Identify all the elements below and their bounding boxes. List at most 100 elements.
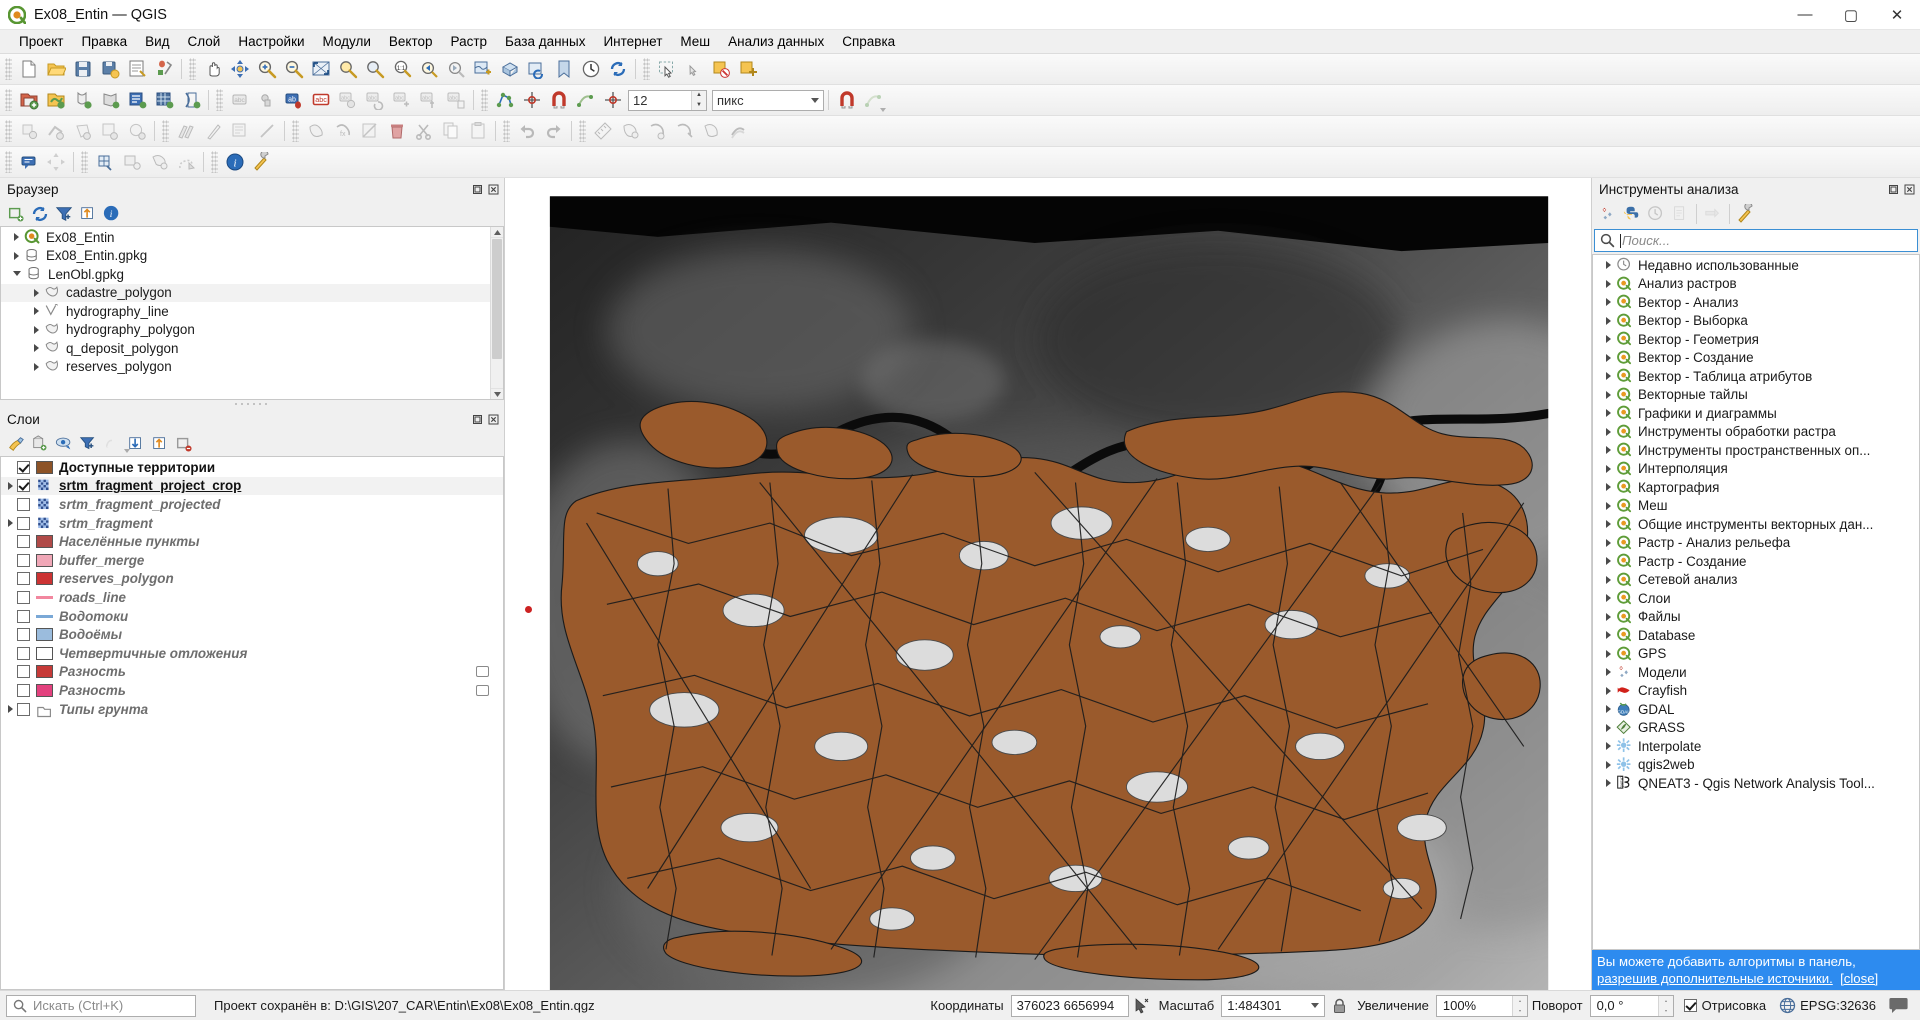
menu-item-13[interactable]: Справка bbox=[833, 32, 904, 51]
menu-item-12[interactable]: Анализ данных bbox=[719, 32, 833, 51]
menu-item-9[interactable]: База данных bbox=[496, 32, 594, 51]
toggle-extents-icon[interactable] bbox=[1129, 997, 1155, 1014]
layer-visibility-checkbox[interactable] bbox=[17, 497, 30, 511]
processing-tree-item[interactable]: Графики и диаграммы bbox=[1593, 404, 1919, 423]
scale-combo[interactable]: 1:484301 bbox=[1221, 994, 1326, 1017]
layer-row[interactable]: Водоёмы bbox=[1, 625, 503, 644]
refresh-icon[interactable] bbox=[604, 56, 631, 83]
chevron-right-icon[interactable] bbox=[34, 307, 39, 316]
processing-tree-item[interactable]: qgis2web bbox=[1593, 756, 1919, 775]
layer-row[interactable]: Доступные территории bbox=[1, 458, 503, 477]
layer-row[interactable]: reserves_polygon bbox=[1, 570, 503, 589]
layer-visibility-checkbox[interactable] bbox=[17, 553, 30, 567]
show-map-tips-icon[interactable] bbox=[15, 149, 42, 176]
chevron-right-icon[interactable] bbox=[1606, 427, 1611, 436]
processing-tree-item[interactable]: Модели bbox=[1593, 663, 1919, 682]
processing-tree-item[interactable]: Вектор - Создание bbox=[1593, 349, 1919, 368]
processing-tree-item[interactable]: Недавно использованные bbox=[1593, 256, 1919, 275]
chevron-down-icon[interactable] bbox=[13, 271, 21, 280]
chevron-right-icon[interactable] bbox=[1606, 557, 1611, 566]
rotation-spinbox[interactable]: 0,0 ° bbox=[1589, 994, 1674, 1017]
merge-attributes-icon[interactable]: fx bbox=[329, 118, 356, 145]
menu-item-7[interactable]: Вектор bbox=[380, 32, 442, 51]
processing-tree-item[interactable]: Общие инструменты векторных дан... bbox=[1593, 515, 1919, 534]
chevron-right-icon[interactable] bbox=[1606, 612, 1611, 621]
processing-tree-item[interactable]: Файлы bbox=[1593, 608, 1919, 627]
toolbar-grip[interactable] bbox=[643, 58, 650, 80]
toolbar-grip[interactable] bbox=[162, 120, 169, 142]
chevron-right-icon[interactable] bbox=[1606, 631, 1611, 640]
layer-row[interactable]: srtm_fragment_project_crop bbox=[1, 476, 503, 496]
layer-visibility-checkbox[interactable] bbox=[17, 609, 30, 623]
layers-close-icon[interactable] bbox=[487, 413, 500, 426]
digitize-curve-icon[interactable] bbox=[253, 118, 280, 145]
processing-tree-item[interactable]: Слои bbox=[1593, 589, 1919, 608]
layer-row[interactable]: Водотоки bbox=[1, 607, 503, 626]
filter-legend-icon[interactable] bbox=[76, 433, 100, 455]
new-project-icon[interactable] bbox=[15, 56, 42, 83]
delete-selected-icon[interactable] bbox=[383, 118, 410, 145]
processing-tree-item[interactable]: Interpolate bbox=[1593, 737, 1919, 756]
rotate-label-icon[interactable]: abc bbox=[361, 87, 388, 114]
layer-row[interactable]: srtm_fragment bbox=[1, 514, 503, 533]
chevron-right-icon[interactable] bbox=[1606, 705, 1611, 714]
zoom-to-selection-icon[interactable] bbox=[334, 56, 361, 83]
stepper-up-icon[interactable]: ▲ bbox=[692, 91, 706, 101]
toolbar-grip[interactable] bbox=[211, 151, 218, 173]
chevron-right-icon[interactable] bbox=[1606, 261, 1611, 270]
select-features-icon[interactable] bbox=[653, 56, 680, 83]
toolbar-grip[interactable] bbox=[503, 120, 510, 142]
browser-float-icon[interactable] bbox=[471, 183, 484, 196]
processing-tree-item[interactable]: Растр - Создание bbox=[1593, 552, 1919, 571]
zoom-next-icon[interactable] bbox=[442, 56, 469, 83]
processing-tree-item[interactable]: Вектор - Геометрия bbox=[1593, 330, 1919, 349]
statusbar-search-input[interactable]: Искать (Ctrl+K) bbox=[6, 994, 196, 1017]
layer-edit-badge-icon[interactable] bbox=[476, 666, 489, 678]
select-by-expression-icon[interactable] bbox=[734, 56, 761, 83]
chevron-right-icon[interactable] bbox=[14, 233, 19, 242]
zoom-in-icon[interactable] bbox=[253, 56, 280, 83]
processing-tree-item[interactable]: Crayfish bbox=[1593, 682, 1919, 701]
pan-to-selection-icon[interactable] bbox=[226, 56, 253, 83]
layer-visibility-checkbox[interactable] bbox=[17, 665, 30, 679]
layer-visibility-checkbox[interactable] bbox=[17, 535, 30, 549]
new-map-view-icon[interactable] bbox=[469, 56, 496, 83]
label-icon[interactable]: ab bbox=[280, 87, 307, 114]
processing-tree-item[interactable]: Векторные тайлы bbox=[1593, 386, 1919, 405]
layer-row[interactable]: Разность bbox=[1, 681, 503, 700]
chevron-right-icon[interactable] bbox=[1606, 686, 1611, 695]
zoom-full-icon[interactable] bbox=[307, 56, 334, 83]
label-hidden-icon[interactable]: abc bbox=[226, 87, 253, 114]
layer-visibility-checkbox[interactable] bbox=[17, 683, 30, 697]
properties-icon[interactable]: i bbox=[100, 203, 124, 225]
browser-tree-item[interactable]: LenObl.gpkg bbox=[1, 265, 503, 284]
history-icon[interactable] bbox=[1644, 203, 1668, 225]
menu-item-2[interactable]: Правка bbox=[72, 32, 136, 51]
manage-map-themes-icon[interactable] bbox=[52, 433, 76, 455]
identify-features-icon[interactable]: i bbox=[221, 149, 248, 176]
collapse-all-icon[interactable] bbox=[76, 203, 100, 225]
toolbar-grip[interactable] bbox=[81, 151, 88, 173]
vertex-tool-icon[interactable] bbox=[491, 87, 518, 114]
menu-item-8[interactable]: Растр bbox=[442, 32, 497, 51]
lock-icon[interactable] bbox=[1325, 998, 1353, 1014]
processing-tree-item[interactable]: GRASS bbox=[1593, 719, 1919, 738]
new-print-layout-icon[interactable] bbox=[123, 56, 150, 83]
form-annotation-icon[interactable] bbox=[172, 149, 199, 176]
show-pinned-labels-icon[interactable] bbox=[253, 87, 280, 114]
render-checkbox[interactable]: Отрисовка bbox=[1683, 998, 1766, 1013]
select-by-value-icon[interactable] bbox=[707, 56, 734, 83]
toolbar-grip[interactable] bbox=[189, 58, 196, 80]
browser-tree-item[interactable]: Ex08_Entin.gpkg bbox=[1, 247, 503, 266]
layer-row[interactable]: roads_line bbox=[1, 588, 503, 607]
filter-legend-expression-icon[interactable]: ε bbox=[100, 433, 130, 455]
processing-float-icon[interactable] bbox=[1887, 183, 1900, 196]
zoom-native-icon[interactable]: 1:1 bbox=[388, 56, 415, 83]
toolbar-grip[interactable] bbox=[579, 120, 586, 142]
processing-tree-item[interactable]: Картография bbox=[1593, 478, 1919, 497]
trace-icon[interactable] bbox=[572, 87, 599, 114]
refresh-view-icon[interactable] bbox=[523, 56, 550, 83]
toolbar-grip[interactable] bbox=[481, 89, 488, 111]
chevron-right-icon[interactable] bbox=[1606, 353, 1611, 362]
browser-scrollbar[interactable] bbox=[490, 227, 503, 399]
